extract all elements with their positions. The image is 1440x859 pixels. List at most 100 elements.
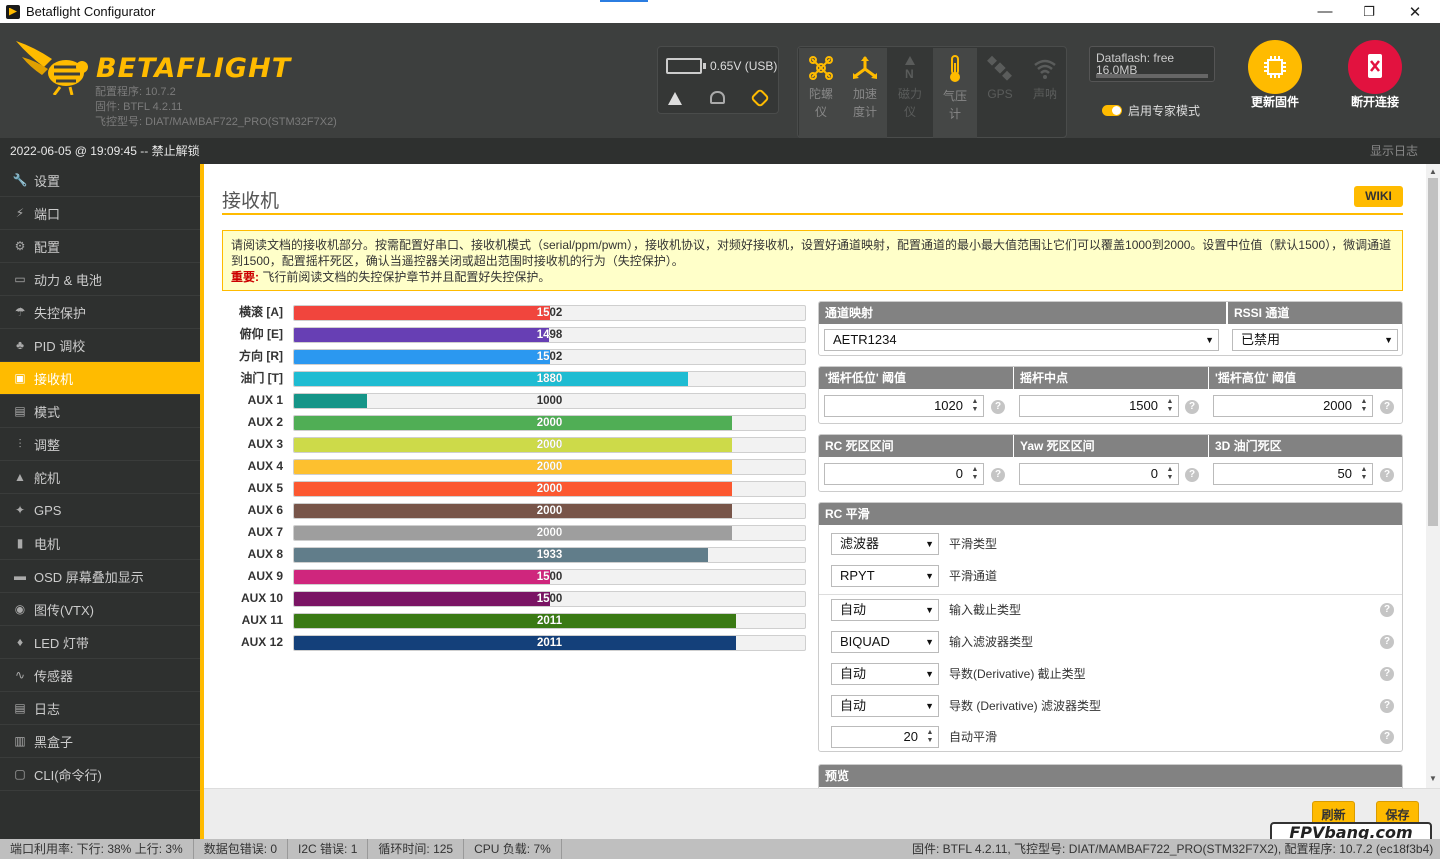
parachute-icon: ☂	[14, 305, 26, 319]
stick-high-input[interactable]: 2000 ▲ ▼	[1213, 395, 1373, 417]
stick-center-input[interactable]: 1500 ▲ ▼	[1019, 395, 1179, 417]
channel-value-overlay: 2000	[294, 438, 732, 452]
sidebar-item[interactable]: ◉ 图传(VTX)	[0, 593, 200, 626]
help-icon[interactable]: ?	[1185, 468, 1199, 482]
chip-icon	[1264, 56, 1286, 78]
expert-mode-toggle[interactable]	[1102, 105, 1122, 116]
input-cutoff-select[interactable]: 自动 ▼	[831, 599, 939, 621]
channel-value-inverse: 2000	[536, 527, 563, 539]
sensor-accel: 加速度计	[843, 48, 887, 138]
sidebar-item-label: LED 灯带	[34, 635, 89, 651]
channel-label: AUX 11	[241, 613, 283, 627]
channel-bar-track: 2000 2000	[293, 503, 806, 519]
channel-row: AUX 5 2000 2000	[226, 480, 806, 497]
broadcast-icon: ◉	[14, 602, 26, 616]
rc-deadband-input[interactable]: 0 ▲ ▼	[824, 463, 984, 485]
sidebar-item[interactable]: ▤ 日志	[0, 692, 200, 725]
wiki-button[interactable]: WIKI	[1354, 186, 1403, 207]
help-icon[interactable]: ?	[1380, 667, 1394, 681]
deriv-filter-select[interactable]: 自动 ▼	[831, 695, 939, 717]
chevron-down-icon: ▼	[925, 571, 934, 581]
terminal-icon: ▢	[14, 767, 26, 781]
help-icon[interactable]: ?	[1380, 400, 1394, 414]
sidebar-item[interactable]: ▮ 电机	[0, 527, 200, 560]
close-button[interactable]: ✕	[1392, 0, 1438, 23]
stick-high-header: '摇杆高位' 阈值	[1209, 367, 1402, 389]
sidebar-item[interactable]: 🔧 设置	[0, 164, 200, 197]
sidebar-item-label: OSD 屏幕叠加显示	[34, 569, 144, 585]
spinner-icon[interactable]: ▲ ▼	[1165, 398, 1175, 414]
yaw-deadband-header: Yaw 死区区间	[1014, 435, 1208, 457]
channel-row: AUX 11 2011 2011	[226, 612, 806, 629]
auto-smooth-input[interactable]: 20 ▲ ▼	[831, 726, 939, 748]
sidebar-item[interactable]: ♦ LED 灯带	[0, 626, 200, 659]
svg-text:N: N	[905, 67, 914, 81]
help-icon[interactable]: ?	[991, 400, 1005, 414]
maximize-button[interactable]: ❐	[1346, 0, 1392, 23]
spinner-icon[interactable]: ▲ ▼	[925, 729, 935, 745]
help-icon[interactable]: ?	[1380, 730, 1394, 744]
sidebar-item[interactable]: ▣ 接收机	[0, 362, 200, 395]
sidebar-item[interactable]: ▤ 模式	[0, 395, 200, 428]
spinner-icon[interactable]: ▲ ▼	[1359, 466, 1369, 482]
channel-map-select[interactable]: AETR1234 ▼	[824, 329, 1219, 351]
sidebar-item[interactable]: ✦ GPS	[0, 494, 200, 527]
usb-disconnect-icon	[1368, 54, 1382, 78]
update-firmware-button[interactable]	[1248, 40, 1302, 94]
rssi-channel-select[interactable]: 已禁用 ▼	[1232, 329, 1398, 351]
help-icon[interactable]: ?	[1185, 400, 1199, 414]
channel-row: AUX 9 15001500	[226, 568, 806, 585]
help-icon[interactable]: ?	[1380, 635, 1394, 649]
spinner-icon[interactable]: ▲ ▼	[1359, 398, 1369, 414]
spinner-icon[interactable]: ▲ ▼	[970, 398, 980, 414]
sidebar-item[interactable]: ▥ 黑盒子	[0, 725, 200, 758]
stick-low-input[interactable]: 1020 ▲ ▼	[824, 395, 984, 417]
disconnect-button[interactable]	[1348, 40, 1402, 94]
channel-value-overlay: 1000	[294, 394, 367, 408]
help-icon[interactable]: ?	[991, 468, 1005, 482]
content-scrollbar[interactable]: ▲ ▼	[1426, 164, 1440, 788]
channel-value-inverse: 1880	[536, 373, 563, 385]
deriv-cutoff-select[interactable]: 自动 ▼	[831, 663, 939, 685]
sidebar-item[interactable]: ♣ PID 调校	[0, 329, 200, 362]
sidebar-item[interactable]: ∿ 传感器	[0, 659, 200, 692]
window-titlebar: Betaflight Configurator — ❐ ✕	[0, 0, 1440, 23]
yaw-deadband-input[interactable]: 0 ▲ ▼	[1019, 463, 1179, 485]
battery-panel: 0.65V (USB)	[657, 46, 779, 114]
sidebar-item[interactable]: ▬ OSD 屏幕叠加显示	[0, 560, 200, 593]
sitemap-icon: ♣	[16, 338, 24, 352]
sidebar-item[interactable]: ▲ 舵机	[0, 461, 200, 494]
help-icon[interactable]: ?	[1380, 603, 1394, 617]
rssi-header: RSSI 通道	[1228, 302, 1402, 324]
channel-label: 油门 [T]	[240, 371, 283, 385]
sidebar-item[interactable]: ⫶ 调整	[0, 428, 200, 461]
help-icon[interactable]: ?	[1380, 699, 1394, 713]
help-icon[interactable]: ?	[1380, 468, 1394, 482]
input-filter-select[interactable]: BIQUAD ▼	[831, 631, 939, 653]
show-log-link[interactable]: 显示日志	[1370, 138, 1418, 164]
sidebar-item[interactable]: ▢ CLI(命令行)	[0, 758, 200, 791]
smoothing-channels-select[interactable]: RPYT ▼	[831, 565, 939, 587]
sidebar-item[interactable]: ⚙ 配置	[0, 230, 200, 263]
content-footer: 刷新 保存	[204, 788, 1440, 839]
channel-value-overlay: 2011	[294, 614, 736, 628]
channel-value-inverse: 1502	[536, 351, 551, 363]
channel-label: AUX 12	[240, 635, 283, 649]
receiver-icon: ▣	[14, 371, 26, 385]
sidebar-item[interactable]: ☂ 失控保护	[0, 296, 200, 329]
throttle3d-input[interactable]: 50 ▲ ▼	[1213, 463, 1373, 485]
sensor-label: 陀螺仪	[809, 87, 834, 119]
sidebar-item[interactable]: ⚡ 端口	[0, 197, 200, 230]
channel-bar-track: 2000 2000	[293, 525, 806, 541]
scroll-down-icon[interactable]: ▼	[1429, 774, 1437, 783]
spinner-icon[interactable]: ▲ ▼	[970, 466, 980, 482]
minimize-button[interactable]: —	[1302, 0, 1348, 23]
scroll-up-icon[interactable]: ▲	[1429, 167, 1437, 176]
spinner-icon[interactable]: ▲ ▼	[1165, 466, 1175, 482]
channel-value-inverse: 2011	[537, 615, 562, 627]
scrollbar-thumb[interactable]	[1428, 178, 1438, 526]
smoothing-type-select[interactable]: 滤波器 ▼	[831, 533, 939, 555]
plug-icon: ⚡	[15, 206, 25, 220]
sidebar-item[interactable]: ▭ 动力 & 电池	[0, 263, 200, 296]
channel-label: AUX 10	[240, 591, 283, 605]
